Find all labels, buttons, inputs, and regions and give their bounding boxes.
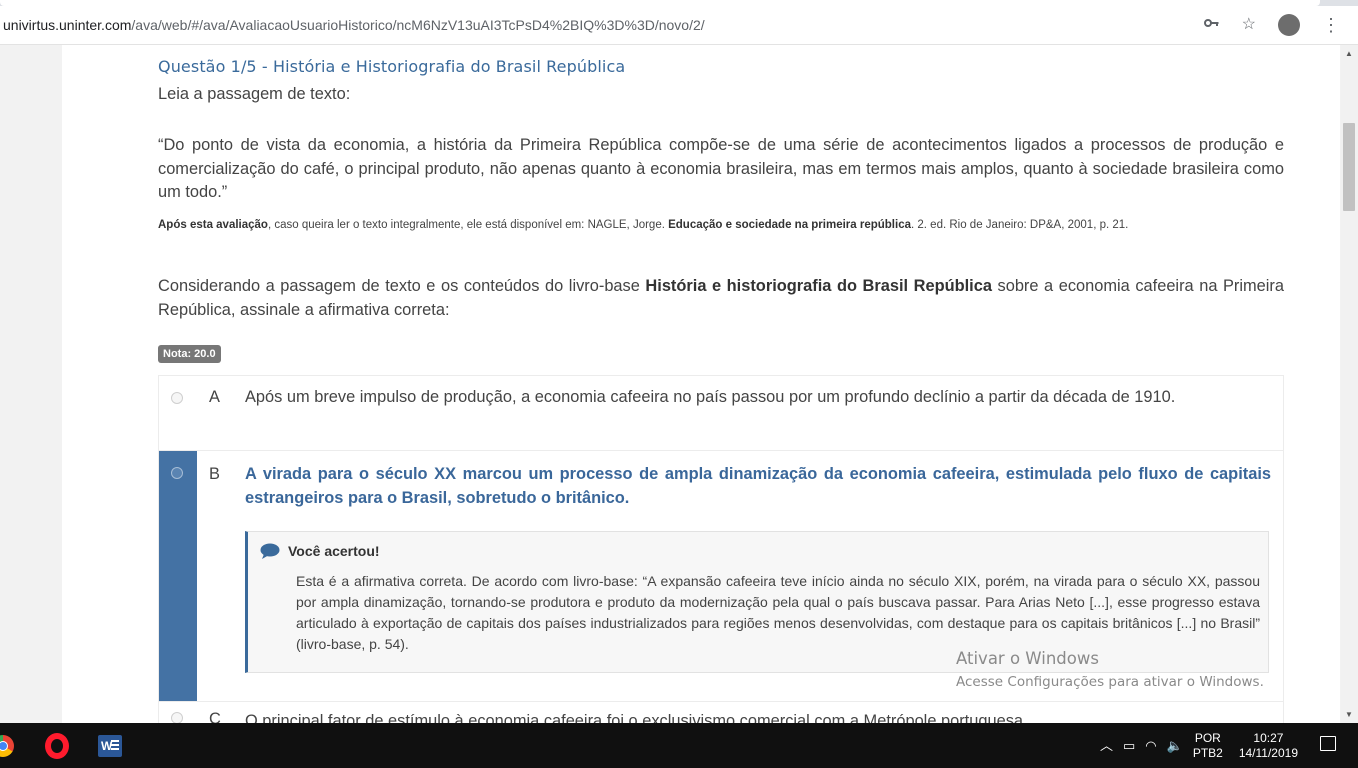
question-prompt: Considerando a passagem de texto e os co… [158, 275, 1284, 322]
option-c-letter: C [209, 710, 221, 723]
question-instruction: Leia a passagem de texto: [158, 85, 351, 103]
clock[interactable]: 10:27 14/11/2019 [1239, 731, 1298, 761]
option-c[interactable]: C O principal fator de estímulo à econom… [159, 701, 1283, 723]
option-b-radio[interactable] [171, 467, 183, 479]
wifi-icon[interactable]: ◠ [1145, 736, 1156, 756]
reference-text-2: . 2. ed. Rio de Janeiro: DP&A, 2001, p. … [911, 219, 1129, 231]
scrollbar-thumb[interactable] [1343, 123, 1355, 211]
language-code: POR [1194, 730, 1221, 745]
chevron-up-icon[interactable]: ︿ [1100, 736, 1113, 756]
url-domain: univirtus.uninter.com [3, 17, 132, 33]
scroll-down-arrow-icon[interactable]: ▼ [1345, 710, 1353, 719]
windows-activation-watermark: Ativar o Windows Acesse Configurações pa… [956, 649, 1264, 690]
reference-bold-2: Educação e sociedade na primeira repúbli… [668, 219, 911, 231]
star-icon[interactable]: ☆ [1242, 15, 1256, 35]
option-b-text: A virada para o século XX marcou um proc… [245, 465, 1271, 507]
scroll-up-arrow-icon[interactable]: ▲ [1345, 49, 1353, 58]
option-b-letter: B [209, 465, 220, 483]
system-tray: ︿ ▭ ◠ 🔈 POR PTB2 10:27 14/11/2019 [1100, 723, 1298, 768]
vertical-scrollbar[interactable]: ▲ ▼ [1341, 45, 1358, 723]
language-indicator[interactable]: POR PTB2 [1193, 731, 1223, 761]
keyboard-layout: PTB2 [1192, 745, 1223, 760]
address-bar-actions: ☆ ⋮ [1203, 14, 1340, 36]
battery-icon[interactable]: ▭ [1123, 736, 1135, 756]
feedback-title: Você acertou! [288, 543, 380, 559]
key-icon[interactable] [1203, 15, 1220, 35]
prompt-text-1: Considerando a passagem de texto e os co… [158, 277, 646, 295]
clock-time: 10:27 [1253, 730, 1284, 745]
menu-kebab-icon[interactable]: ⋮ [1322, 15, 1340, 36]
watermark-line-1: Ativar o Windows [956, 649, 1099, 668]
question-card: Questão 1/5 - História e Historiografia … [62, 45, 1340, 723]
url-path: /ava/web/#/ava/AvaliacaoUsuarioHistorico… [131, 17, 705, 33]
score-badge: Nota: 20.0 [158, 345, 221, 363]
clock-date: 14/11/2019 [1238, 745, 1298, 760]
prompt-book-title: História e historiografia do Brasil Repú… [645, 277, 992, 295]
option-a-radio[interactable] [171, 392, 183, 404]
chrome-taskbar-icon[interactable] [0, 735, 14, 757]
question-reference: Após esta avaliação, caso queira ler o t… [158, 215, 1284, 236]
option-a-letter: A [209, 388, 220, 406]
question-quote: “Do ponto de vista da economia, a histór… [158, 136, 1284, 201]
address-bar[interactable]: univirtus.uninter.com/ava/web/#/ava/Aval… [0, 6, 1358, 45]
option-a[interactable]: A Após um breve impulso de produção, a e… [159, 376, 1283, 451]
page-viewport: Questão 1/5 - História e Historiografia … [0, 45, 1341, 723]
feedback-header: Você acertou! [260, 543, 380, 559]
word-taskbar-icon[interactable]: W [98, 735, 122, 757]
option-c-text: O principal fator de estímulo à economia… [245, 712, 1028, 723]
url-text[interactable]: univirtus.uninter.com/ava/web/#/ava/Aval… [3, 17, 705, 33]
option-a-text: Após um breve impulso de produção, a eco… [245, 388, 1176, 406]
profile-avatar[interactable] [1278, 14, 1300, 36]
chat-bubble-icon [260, 543, 280, 559]
volume-icon[interactable]: 🔈 [1167, 736, 1183, 756]
option-c-radio[interactable] [171, 712, 183, 723]
question-title: Questão 1/5 - História e Historiografia … [158, 57, 626, 76]
reference-text-1: , caso queira ler o texto integralmente,… [267, 219, 669, 231]
selected-indicator-bar [159, 451, 197, 701]
watermark-line-2: Acesse Configurações para ativar o Windo… [956, 674, 1264, 690]
opera-taskbar-icon[interactable] [45, 733, 69, 759]
feedback-text: Esta é a afirmativa correta. De acordo c… [296, 573, 1260, 652]
notification-center-icon[interactable] [1320, 736, 1336, 751]
reference-bold-1: Após esta avaliação [158, 219, 268, 231]
windows-taskbar: W ︿ ▭ ◠ 🔈 POR PTB2 10:27 14/11/2019 [0, 723, 1358, 768]
